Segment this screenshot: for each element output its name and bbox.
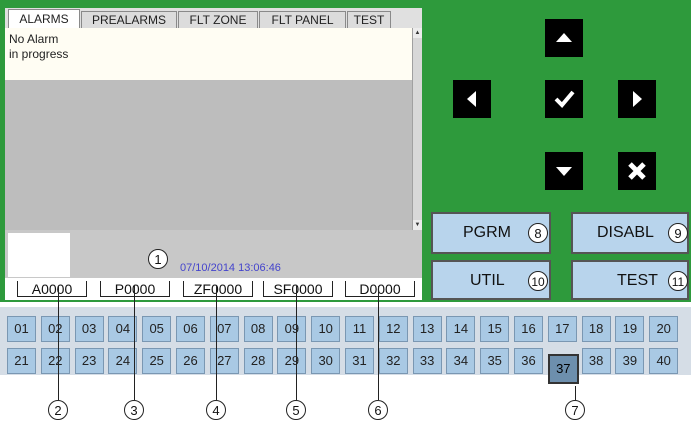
callout-2: 2 bbox=[48, 400, 68, 420]
nav-down-button[interactable] bbox=[545, 152, 583, 190]
callout-7: 7 bbox=[565, 400, 585, 420]
zone-button-17[interactable]: 17 bbox=[547, 316, 577, 342]
callout-line bbox=[58, 286, 59, 400]
alarm-message: No Alarm in progress bbox=[5, 28, 412, 80]
disabl-label: DISABL bbox=[597, 224, 654, 241]
zone-button-05[interactable]: 05 bbox=[142, 316, 172, 342]
callout-9: 9 bbox=[668, 223, 688, 243]
zone-button-26[interactable]: 26 bbox=[176, 348, 205, 374]
zone-button-29[interactable]: 29 bbox=[277, 348, 307, 374]
zone-button-27[interactable]: 27 bbox=[209, 348, 239, 374]
callout-8: 8 bbox=[528, 223, 548, 243]
zone-button-08[interactable]: 08 bbox=[243, 316, 273, 342]
callout-5: 5 bbox=[286, 400, 306, 420]
tab-flt-zone[interactable]: FLT ZONE bbox=[178, 11, 258, 28]
zone-button-12[interactable]: 12 bbox=[378, 316, 408, 342]
zone-button-20[interactable]: 20 bbox=[649, 316, 679, 342]
zone-button-37[interactable]: 37 bbox=[547, 354, 579, 384]
nav-up-button[interactable] bbox=[545, 19, 583, 57]
callout-line bbox=[216, 286, 217, 400]
tab-alarms[interactable]: ALARMS bbox=[8, 9, 80, 29]
zone-button-16[interactable]: 16 bbox=[514, 316, 543, 342]
alarm-list: No Alarm in progress bbox=[5, 28, 412, 230]
zone-button-15[interactable]: 15 bbox=[480, 316, 510, 342]
tab-flt-panel[interactable]: FLT PANEL bbox=[259, 11, 346, 28]
tab-prealarms[interactable]: PREALARMS bbox=[81, 11, 177, 28]
alarm-scrollbar[interactable]: ▲ ▼ bbox=[412, 28, 422, 230]
callout-10: 10 bbox=[528, 271, 548, 291]
zone-button-19[interactable]: 19 bbox=[615, 316, 645, 342]
callout-1: 1 bbox=[148, 249, 168, 269]
nav-right-button[interactable] bbox=[618, 80, 656, 118]
nav-left-button[interactable] bbox=[453, 80, 491, 118]
scroll-up-icon[interactable]: ▲ bbox=[413, 28, 422, 38]
zone-button-39[interactable]: 39 bbox=[615, 348, 645, 374]
zone-button-02[interactable]: 02 bbox=[40, 316, 70, 342]
test-label: TEST bbox=[617, 272, 658, 289]
counter-prealarms: P0000 bbox=[100, 281, 170, 297]
zone-button-33[interactable]: 33 bbox=[412, 348, 442, 374]
zone-button-18[interactable]: 18 bbox=[581, 316, 611, 342]
pgrm-label: PGRM bbox=[463, 224, 511, 241]
zone-button-35[interactable]: 35 bbox=[480, 348, 510, 374]
zone-button-10[interactable]: 10 bbox=[311, 316, 341, 342]
tab-bar: ALARMS PREALARMS FLT ZONE FLT PANEL TEST bbox=[5, 8, 422, 29]
zone-button-06[interactable]: 06 bbox=[176, 316, 205, 342]
counter-zone-faults: ZF0000 bbox=[183, 281, 253, 297]
zone-button-22[interactable]: 22 bbox=[40, 348, 70, 374]
util-label: UTIL bbox=[470, 272, 505, 289]
zone-button-09[interactable]: 09 bbox=[277, 316, 307, 342]
callout-4: 4 bbox=[206, 400, 226, 420]
zone-button-34[interactable]: 34 bbox=[446, 348, 476, 374]
zone-button-32[interactable]: 32 bbox=[378, 348, 408, 374]
counter-disablements: D0000 bbox=[345, 281, 415, 297]
arrow-up-icon bbox=[556, 33, 572, 42]
zone-button-25[interactable]: 25 bbox=[142, 348, 172, 374]
callout-6: 6 bbox=[368, 400, 388, 420]
status-bar: 07/10/2014 13:06:46 bbox=[5, 230, 422, 278]
datetime-display: 07/10/2014 13:06:46 bbox=[180, 262, 281, 274]
event-counters: A0000 P0000 ZF0000 SF0000 D0000 bbox=[5, 278, 422, 300]
zone-button-11[interactable]: 11 bbox=[345, 316, 374, 342]
counter-system-faults: SF0000 bbox=[263, 281, 333, 297]
display-area: ALARMS PREALARMS FLT ZONE FLT PANEL TEST… bbox=[5, 8, 422, 300]
zone-button-38[interactable]: 38 bbox=[581, 348, 611, 374]
control-panel: ALARMS PREALARMS FLT ZONE FLT PANEL TEST… bbox=[0, 0, 691, 302]
arrow-down-icon bbox=[556, 167, 572, 176]
status-indicator bbox=[8, 233, 70, 277]
zone-button-36[interactable]: 36 bbox=[514, 348, 543, 374]
zone-button-40[interactable]: 40 bbox=[649, 348, 679, 374]
zone-button-14[interactable]: 14 bbox=[446, 316, 476, 342]
zone-button-28[interactable]: 28 bbox=[243, 348, 273, 374]
callout-11: 11 bbox=[668, 271, 688, 291]
zone-button-21[interactable]: 21 bbox=[7, 348, 36, 374]
arrow-right-icon bbox=[633, 91, 642, 107]
zone-button-07[interactable]: 07 bbox=[209, 316, 239, 342]
nav-cancel-button[interactable] bbox=[618, 152, 656, 190]
zone-button-23[interactable]: 23 bbox=[74, 348, 104, 374]
arrow-left-icon bbox=[467, 91, 476, 107]
callout-3: 3 bbox=[124, 400, 144, 420]
tab-test[interactable]: TEST bbox=[347, 11, 391, 28]
callout-line bbox=[575, 386, 576, 400]
counter-alarms: A0000 bbox=[17, 281, 87, 297]
nav-confirm-button[interactable] bbox=[545, 80, 583, 118]
alarm-message-line-1: No Alarm bbox=[9, 32, 59, 46]
checkmark-icon bbox=[554, 90, 575, 108]
callout-line bbox=[378, 286, 379, 400]
close-icon bbox=[628, 162, 646, 180]
zone-button-13[interactable]: 13 bbox=[412, 316, 442, 342]
scroll-down-icon[interactable]: ▼ bbox=[413, 220, 422, 230]
zone-button-31[interactable]: 31 bbox=[345, 348, 374, 374]
zone-button-03[interactable]: 03 bbox=[74, 316, 104, 342]
zone-button-01[interactable]: 01 bbox=[7, 316, 36, 342]
callout-line bbox=[296, 286, 297, 400]
callout-line bbox=[134, 286, 135, 400]
alarm-message-line-2: in progress bbox=[9, 47, 69, 61]
zone-button-30[interactable]: 30 bbox=[311, 348, 341, 374]
